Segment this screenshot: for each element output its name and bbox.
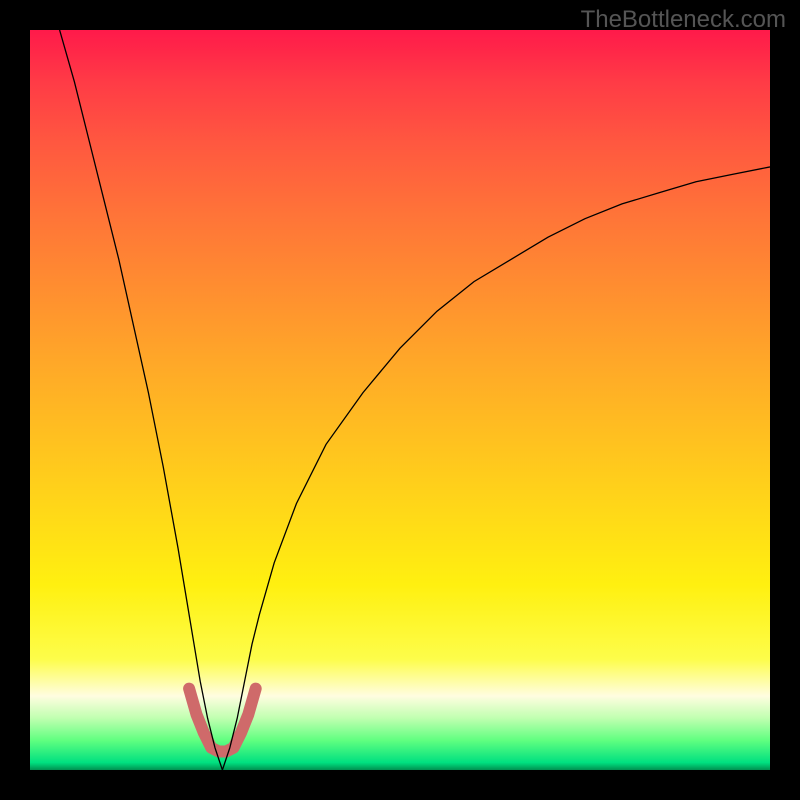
bottleneck-curve <box>60 30 770 770</box>
chart-plot-area <box>30 30 770 770</box>
highlight-segment <box>189 689 256 752</box>
chart-svg <box>30 30 770 770</box>
watermark: TheBottleneck.com <box>581 6 786 34</box>
